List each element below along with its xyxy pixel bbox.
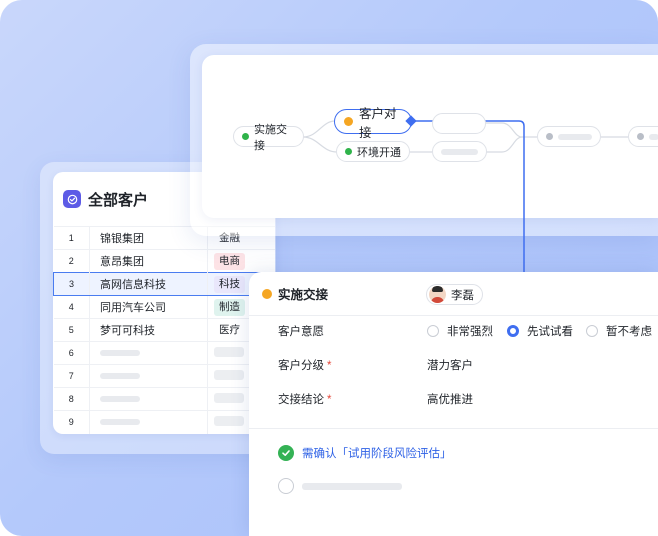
customers-title: 全部客户 (88, 191, 149, 209)
tier-value[interactable]: 潜力客户 (427, 357, 473, 373)
status-dot-icon (262, 288, 272, 299)
placeholder-bar (100, 373, 140, 379)
radio-selected-icon (507, 325, 519, 337)
table-row[interactable]: 4 同用汽车公司 制造 (53, 295, 275, 319)
radio-icon (586, 325, 598, 337)
customer-name[interactable]: 同用汽车公司 (89, 295, 208, 319)
intent-label: 客户意愿 (278, 326, 324, 338)
checkbadge-icon (63, 190, 81, 208)
intent-option-3[interactable]: 暂不考虑 (586, 323, 652, 339)
row-number: 4 (53, 295, 90, 319)
industry-tag: 制造 (214, 298, 245, 316)
status-dot-icon (546, 133, 553, 140)
customers-table: 1 锦银集团 金融 2 意昂集团 电商 3 高网信息科技 科技 4 同用汽车公司 制造 5 梦可可科技 医疗… (53, 226, 275, 434)
customer-name[interactable]: 梦可可科技 (89, 318, 208, 342)
status-dot-icon (242, 133, 249, 140)
customer-name[interactable]: 高网信息科技 (89, 272, 208, 296)
row-number: 1 (53, 226, 90, 250)
assignee-name: 李磊 (451, 289, 474, 302)
placeholder-bar (100, 419, 140, 426)
placeholder-bar (214, 415, 244, 426)
customer-name[interactable] (89, 364, 208, 388)
placeholder-bar (214, 346, 244, 357)
customer-name[interactable] (89, 341, 208, 365)
flow-node-placeholder[interactable] (432, 113, 486, 134)
row-number: 7 (53, 364, 90, 388)
flow-node-active-label: 客户对接 (359, 106, 397, 140)
empty-circle-icon[interactable] (278, 478, 294, 494)
detail-title: 实施交接 (278, 288, 329, 302)
table-row[interactable]: 2 意昂集团 电商 (53, 249, 275, 273)
placeholder-bar (214, 369, 244, 380)
customer-name[interactable] (89, 410, 208, 434)
conclusion-label: 交接结论 * (278, 394, 332, 406)
flow-node-placeholder[interactable] (432, 141, 487, 162)
status-dot-icon (345, 148, 352, 155)
row-number: 2 (53, 249, 90, 273)
customer-name[interactable]: 意昂集团 (89, 249, 208, 273)
radio-icon (427, 325, 439, 337)
intent-option-1[interactable]: 非常强烈 (427, 323, 493, 339)
customer-name[interactable] (89, 387, 208, 411)
industry-tag: 医疗 (214, 321, 245, 339)
row-number: 9 (53, 410, 90, 434)
table-row[interactable]: 3 高网信息科技 科技 (53, 272, 275, 296)
status-dot-icon (637, 133, 644, 140)
table-row[interactable]: 6 (53, 341, 275, 365)
table-row[interactable]: 8 (53, 387, 275, 411)
flow-node-placeholder[interactable] (537, 126, 601, 147)
row-number: 6 (53, 341, 90, 365)
conclusion-value[interactable]: 高优推进 (427, 391, 473, 407)
table-row[interactable]: 9 (53, 410, 275, 434)
placeholder-bar (100, 396, 140, 402)
status-dot-icon (344, 117, 353, 126)
flow-node-start[interactable]: 实施交接 (233, 124, 304, 152)
industry-tag: 电商 (214, 252, 245, 270)
customer-industry[interactable]: 电商 (207, 249, 275, 273)
detail-panel: 实施交接 李磊 客户意愿 非常强烈 先试试看 暂不考虑 客户分级 * 潜力客户 交… (249, 272, 658, 536)
avatar (429, 286, 446, 303)
task-placeholder[interactable] (278, 478, 402, 494)
table-row[interactable]: 7 (53, 364, 275, 388)
task-confirm-label[interactable]: 需确认「试用阶段风险评估」 (302, 445, 452, 461)
tier-label: 客户分级 * (278, 360, 332, 372)
industry-tag: 科技 (214, 275, 245, 293)
flow-node-env[interactable]: 环境开通 (336, 141, 410, 162)
flow-node-env-label: 环境开通 (357, 146, 401, 159)
customer-name[interactable]: 锦银集团 (89, 226, 208, 250)
task-confirm[interactable]: 需确认「试用阶段风险评估」 (278, 445, 452, 461)
row-number: 5 (53, 318, 90, 342)
placeholder-bar (100, 350, 140, 356)
flow-node-placeholder[interactable] (628, 126, 658, 147)
flow-node-start-label: 实施交接 (254, 123, 287, 152)
flow-node-active[interactable]: 客户对接 (334, 107, 412, 140)
row-number: 8 (53, 387, 90, 411)
intent-option-2[interactable]: 先试试看 (507, 323, 573, 339)
divider (249, 428, 658, 429)
assignee-chip[interactable]: 李磊 (426, 284, 483, 305)
check-circle-icon[interactable] (278, 445, 294, 461)
placeholder-bar (214, 392, 244, 403)
row-number: 3 (53, 272, 90, 296)
table-row[interactable]: 5 梦可可科技 医疗 (53, 318, 275, 342)
